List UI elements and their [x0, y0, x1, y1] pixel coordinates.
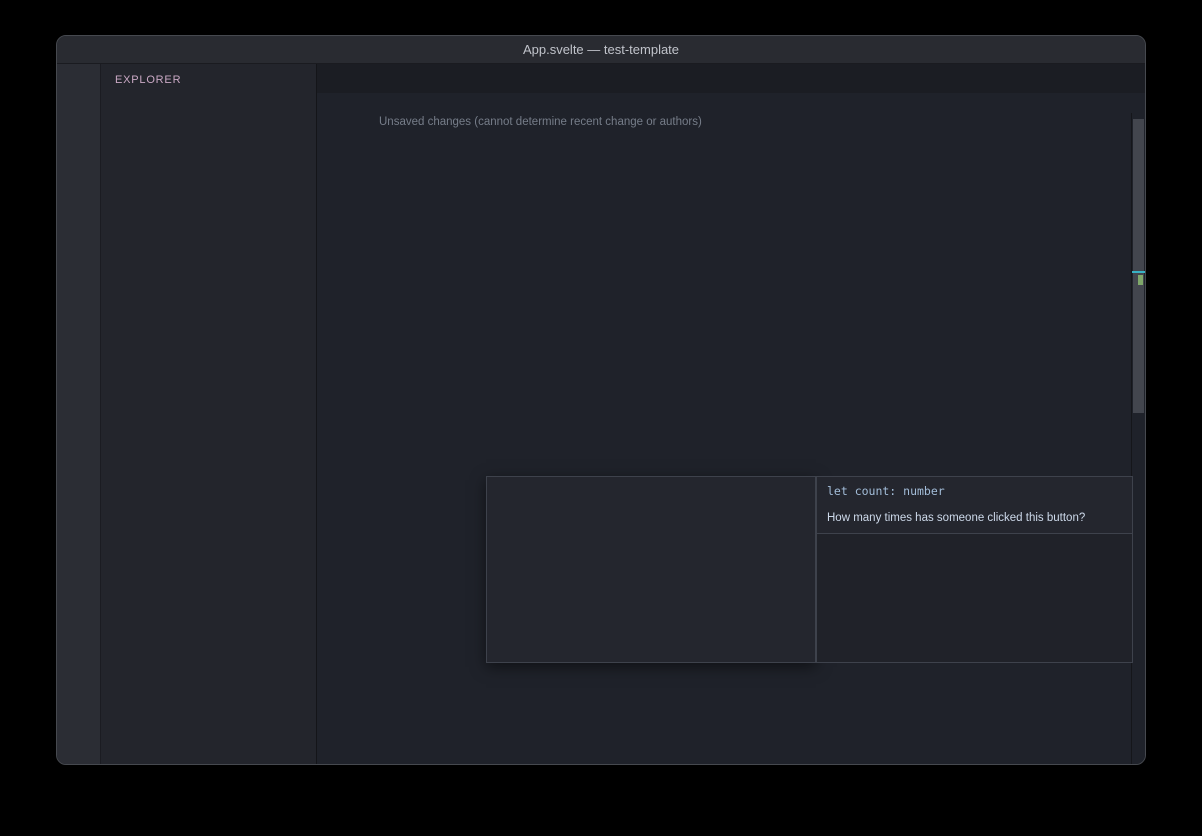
sidebar-title: EXPLORER — [115, 74, 181, 86]
minimize-window-button[interactable] — [89, 44, 101, 56]
close-window-button[interactable] — [69, 44, 81, 56]
window-title: App.svelte — test-template — [523, 42, 679, 57]
scrollbar-slider[interactable] — [1133, 119, 1144, 413]
suggest-details-panel: let count: number How many times has som… — [816, 476, 1133, 663]
editor-actions — [1135, 64, 1145, 93]
suggest-widget — [486, 476, 816, 663]
titlebar[interactable]: App.svelte — test-template — [57, 36, 1145, 64]
zoom-window-button[interactable] — [109, 44, 121, 56]
overview-ruler-cursor-mark — [1132, 271, 1145, 273]
desktop-background: App.svelte — test-template EXPLORER — [0, 0, 1202, 836]
breadcrumb — [317, 93, 1145, 113]
suggestion-signature: let count: number — [827, 484, 1108, 498]
vscode-window: App.svelte — test-template EXPLORER — [56, 35, 1146, 765]
suggestion-description: How many times has someone clicked this … — [827, 512, 1108, 524]
editor-group: Unsaved changes (cannot determine recent… — [317, 64, 1145, 765]
explorer-sidebar: EXPLORER — [101, 64, 317, 765]
traffic-lights — [69, 44, 121, 56]
suggest-details-doc: let count: number How many times has som… — [817, 477, 1132, 534]
tab-bar — [317, 64, 1145, 93]
editor-scrollbar[interactable] — [1131, 113, 1145, 765]
lightbulb-icon[interactable] — [325, 113, 340, 128]
gitlens-blame-annotation: Unsaved changes (cannot determine recent… — [379, 116, 702, 128]
activity-bar — [57, 64, 101, 765]
overview-ruler-change-mark — [1138, 275, 1143, 285]
workbench: EXPLORER Unsaved changes (cannot determi… — [57, 64, 1145, 765]
close-icon[interactable] — [1112, 483, 1126, 497]
sidebar-header: EXPLORER — [101, 64, 316, 96]
code-editor[interactable]: Unsaved changes (cannot determine recent… — [317, 113, 1145, 765]
